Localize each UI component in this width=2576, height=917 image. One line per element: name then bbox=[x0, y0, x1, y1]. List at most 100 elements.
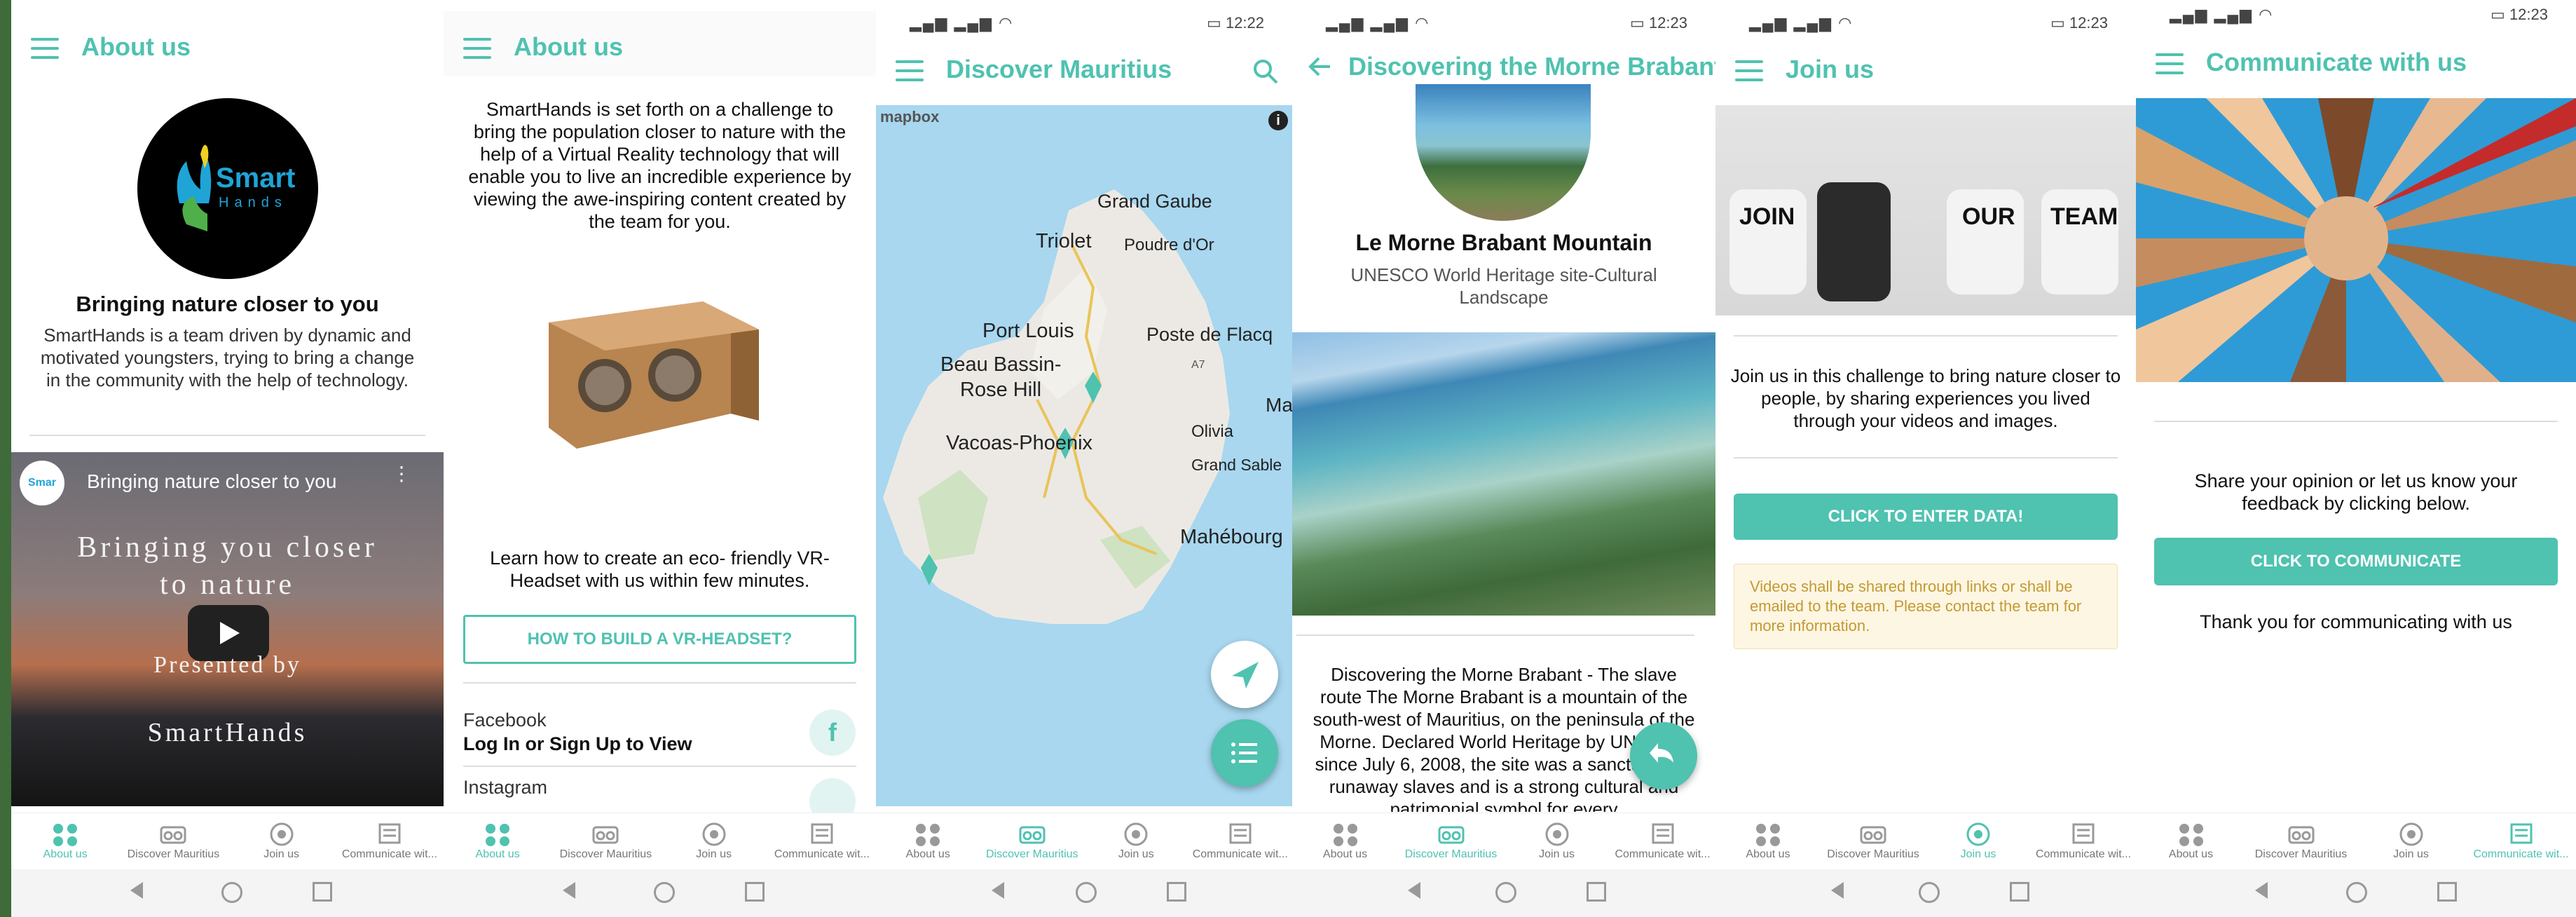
nav-about-us[interactable]: About us bbox=[1715, 813, 1821, 869]
back-sys-icon[interactable] bbox=[2255, 882, 2268, 899]
nav-label: Communicate wit... bbox=[341, 848, 437, 860]
nav-join-us[interactable]: Join us bbox=[2356, 813, 2466, 869]
video-line-3: Presented by bbox=[153, 652, 301, 678]
screen-about-us-1: About us Smart Hands Bringing nature clo… bbox=[11, 0, 444, 917]
nav-discover[interactable]: Discover Mauritius bbox=[980, 813, 1085, 869]
home-sys-icon[interactable] bbox=[221, 882, 242, 903]
nav-label: Join us bbox=[2393, 848, 2429, 860]
divider bbox=[1734, 335, 2118, 337]
share-icon bbox=[1650, 743, 1673, 763]
home-sys-icon[interactable] bbox=[2346, 882, 2367, 903]
camera-icon bbox=[2399, 822, 2423, 846]
video-player[interactable]: Smar Bringing nature closer to you ⋮ Bri… bbox=[11, 452, 444, 806]
thanks-text: Thank you for communicating with us bbox=[2200, 611, 2512, 632]
system-nav bbox=[876, 869, 1292, 917]
battery-icon: ▭ bbox=[1207, 14, 1226, 32]
menu-icon[interactable] bbox=[2156, 53, 2184, 74]
grid-icon bbox=[916, 824, 940, 846]
nav-discover[interactable]: Discover Mauritius bbox=[2246, 813, 2356, 869]
menu-icon[interactable] bbox=[896, 60, 924, 81]
nav-about-us[interactable]: About us bbox=[2136, 813, 2246, 869]
facebook-icon[interactable]: f bbox=[809, 709, 856, 756]
map-view[interactable]: mapbox i Grand Gaube Triolet Poudre d'Or… bbox=[876, 105, 1292, 806]
recents-sys-icon[interactable] bbox=[2010, 882, 2029, 902]
nav-label: Communicate wit... bbox=[2473, 848, 2569, 860]
enter-data-button[interactable]: CLICK TO ENTER DATA! bbox=[1734, 494, 2118, 540]
back-sys-icon[interactable] bbox=[563, 882, 575, 899]
grid-icon bbox=[1333, 824, 1357, 846]
bottom-navigation: About us Discover Mauritius Join us Comm… bbox=[1292, 813, 1715, 869]
facebook-login-link[interactable]: Log In or Sign Up to View bbox=[463, 733, 692, 755]
status-time: 12:23 bbox=[2069, 14, 2108, 32]
nav-about-us[interactable]: About us bbox=[1292, 813, 1398, 869]
chair-sign-join: JOIN bbox=[1739, 203, 1795, 230]
back-sys-icon[interactable] bbox=[992, 882, 1004, 899]
recents-sys-icon[interactable] bbox=[313, 882, 332, 902]
video-line-1: Bringing you closer bbox=[77, 531, 378, 564]
back-sys-icon[interactable] bbox=[1408, 882, 1420, 899]
vr-headset-icon bbox=[1019, 826, 1046, 844]
nav-about-us[interactable]: About us bbox=[11, 813, 119, 869]
nav-join-us[interactable]: Join us bbox=[1926, 813, 2031, 869]
nav-communicate[interactable]: Communicate wit... bbox=[336, 813, 444, 869]
communicate-button[interactable]: CLICK TO COMMUNICATE bbox=[2154, 538, 2558, 585]
place-label: Rose Hill bbox=[960, 379, 1042, 401]
info-icon[interactable]: i bbox=[1268, 111, 1288, 130]
signal-icon: ▂▄▆ ▂▄▆ ◠ bbox=[1326, 14, 1430, 32]
place-label: Triolet bbox=[1036, 230, 1092, 252]
intro-text: SmartHands is set forth on a challenge t… bbox=[468, 99, 851, 232]
back-arrow-icon[interactable] bbox=[1308, 56, 1331, 77]
nav-about-us[interactable]: About us bbox=[876, 813, 980, 869]
place-label: Grand Gaube bbox=[1097, 191, 1212, 212]
home-sys-icon[interactable] bbox=[1495, 882, 1516, 903]
feedback-icon bbox=[1229, 823, 1252, 844]
mountain-thumbnail bbox=[1416, 84, 1591, 221]
menu-icon[interactable] bbox=[463, 38, 491, 59]
join-team-photo: JOIN OUR TEAM bbox=[1715, 105, 2136, 315]
camera-icon bbox=[702, 822, 726, 846]
nav-label: Discover Mauritius bbox=[1404, 848, 1498, 860]
share-button[interactable] bbox=[1630, 722, 1697, 789]
nav-label: Communicate wit... bbox=[774, 848, 870, 860]
nav-communicate[interactable]: Communicate wit... bbox=[768, 813, 876, 869]
chair-sign-our: OUR bbox=[1962, 203, 2015, 230]
nav-communicate[interactable]: Communicate wit... bbox=[2466, 813, 2576, 869]
menu-icon[interactable] bbox=[1735, 60, 1763, 81]
back-sys-icon[interactable] bbox=[130, 882, 143, 899]
menu-icon[interactable] bbox=[31, 38, 59, 59]
vr-headset-image bbox=[549, 301, 759, 449]
nav-discover[interactable]: Discover Mauritius bbox=[119, 813, 227, 869]
page-title: Join us bbox=[1786, 55, 1875, 83]
headline: Bringing nature closer to you bbox=[76, 292, 379, 316]
more-vert-icon[interactable]: ⋮ bbox=[392, 464, 411, 484]
system-nav bbox=[1715, 869, 2136, 917]
nav-join-us[interactable]: Join us bbox=[1504, 813, 1610, 869]
home-sys-icon[interactable] bbox=[1919, 882, 1940, 903]
nav-communicate[interactable]: Communicate wit... bbox=[1610, 813, 1715, 869]
nav-about-us[interactable]: About us bbox=[444, 813, 551, 869]
list-button[interactable] bbox=[1211, 719, 1278, 787]
recents-sys-icon[interactable] bbox=[745, 882, 765, 902]
home-sys-icon[interactable] bbox=[1076, 882, 1097, 903]
recents-sys-icon[interactable] bbox=[1587, 882, 1606, 902]
nav-discover[interactable]: Discover Mauritius bbox=[1821, 813, 1926, 869]
nav-discover[interactable]: Discover Mauritius bbox=[1398, 813, 1504, 869]
nav-communicate[interactable]: Communicate wit... bbox=[1188, 813, 1293, 869]
search-icon[interactable] bbox=[1252, 57, 1280, 86]
nav-join-us[interactable]: Join us bbox=[228, 813, 336, 869]
build-vr-headset-button[interactable]: HOW TO BUILD A VR-HEADSET? bbox=[463, 615, 856, 664]
recents-sys-icon[interactable] bbox=[1167, 882, 1186, 902]
navigate-button[interactable] bbox=[1211, 641, 1278, 708]
recents-sys-icon[interactable] bbox=[2437, 882, 2457, 902]
join-description: Join us in this challenge to bring natur… bbox=[1730, 365, 2121, 431]
nav-join-us[interactable]: Join us bbox=[660, 813, 768, 869]
page-title: Discovering the Morne Brabant - ... bbox=[1348, 52, 1715, 81]
nav-label: Discover Mauritius bbox=[1827, 848, 1919, 860]
logo-word-hands: Hands bbox=[219, 195, 287, 210]
nav-discover[interactable]: Discover Mauritius bbox=[551, 813, 659, 869]
nav-join-us[interactable]: Join us bbox=[1084, 813, 1188, 869]
back-sys-icon[interactable] bbox=[1831, 882, 1844, 899]
nav-communicate[interactable]: Communicate wit... bbox=[2031, 813, 2136, 869]
home-sys-icon[interactable] bbox=[654, 882, 675, 903]
bottom-navigation: About us Discover Mauritius Join us Comm… bbox=[876, 813, 1292, 869]
